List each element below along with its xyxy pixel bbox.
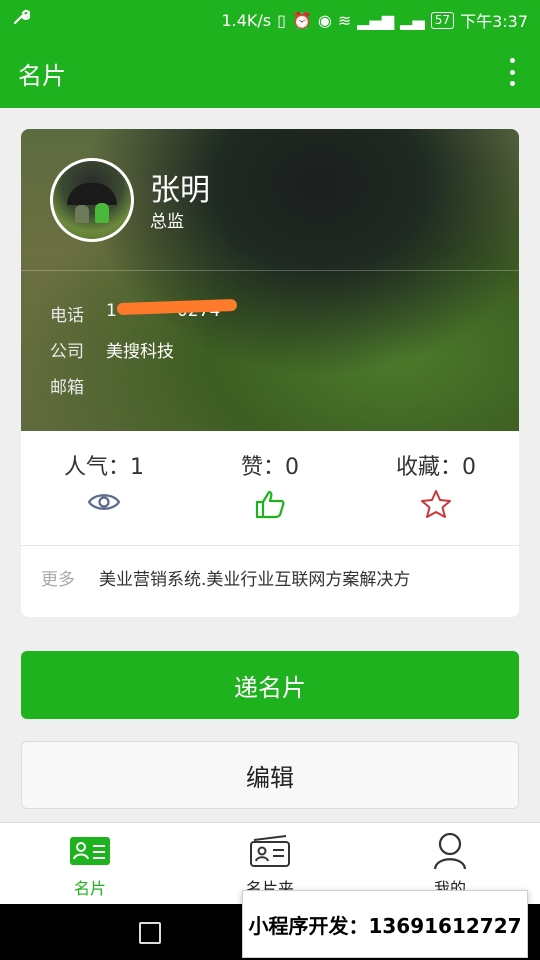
- signal-icon: ▂▄▆: [357, 10, 395, 30]
- like-stat[interactable]: 赞：0: [187, 449, 353, 521]
- company-value: 美搜科技: [106, 342, 174, 362]
- favorite-text: 收藏：0: [396, 455, 476, 480]
- signal-2-icon: ▂▄: [400, 10, 425, 30]
- more-value: 美业营销系统.美业行业互联网方案解决方: [99, 570, 411, 590]
- wifi-icon: ≋: [337, 10, 352, 30]
- recent-apps-icon[interactable]: [139, 922, 161, 944]
- page-title: 名片: [18, 62, 66, 90]
- like-text: 赞：0: [241, 455, 299, 480]
- popularity-text: 人气：1: [64, 455, 144, 480]
- thumbs-up-icon: [187, 489, 353, 521]
- email-row: 邮箱: [50, 373, 106, 398]
- more-menu-icon[interactable]: [502, 54, 522, 90]
- avatar[interactable]: [50, 158, 134, 242]
- popularity-stat[interactable]: 人气：1: [21, 449, 187, 521]
- stats-row: 人气：1 赞：0 收藏：0: [21, 431, 519, 545]
- card-name: 张明: [150, 173, 210, 208]
- network-speed: 1.4K/s: [221, 10, 272, 30]
- more-row: 更多 美业营销系统.美业行业互联网方案解决方: [41, 565, 410, 590]
- status-bar: 1.4K/s ▯ ⏰ ◉ ≋ ▂▄▆ ▂▄ 57 下午3:37: [0, 0, 540, 36]
- phone-label: 电话: [50, 306, 84, 326]
- battery-indicator: 57: [430, 11, 455, 29]
- company-label: 公司: [50, 342, 84, 362]
- tab-card[interactable]: 名片: [0, 833, 180, 899]
- company-row: 公司 美搜科技: [50, 337, 174, 362]
- vibrate-icon: ▯: [277, 10, 286, 30]
- eye-icon: [21, 489, 187, 521]
- wrench-icon: [12, 8, 31, 31]
- app-bar: 名片: [0, 36, 540, 108]
- star-icon: [353, 489, 519, 521]
- clock: 下午3:37: [460, 12, 528, 31]
- header-divider: [21, 270, 519, 271]
- alarm-icon: ⏰: [291, 10, 312, 30]
- stats-divider: [21, 545, 519, 546]
- more-label: 更多: [41, 570, 75, 590]
- edit-button[interactable]: 编辑: [21, 741, 519, 809]
- cardholder-icon: [180, 833, 360, 869]
- card-role: 总监: [150, 212, 184, 232]
- card-icon: [0, 833, 180, 869]
- favorite-stat[interactable]: 收藏：0: [353, 449, 519, 521]
- tab-card-label: 名片: [73, 879, 106, 898]
- promo-banner: 小程序开发：13691612727: [242, 890, 528, 958]
- send-card-button[interactable]: 递名片: [21, 651, 519, 719]
- business-card: 张明 总监 电话 1••••••0274 公司 美搜科技 邮箱 人气：1 赞：0: [21, 129, 519, 617]
- eye-status-icon: ◉: [317, 10, 332, 30]
- email-label: 邮箱: [50, 378, 84, 398]
- card-header: 张明 总监 电话 1••••••0274 公司 美搜科技 邮箱: [21, 129, 519, 431]
- user-icon: [360, 832, 540, 870]
